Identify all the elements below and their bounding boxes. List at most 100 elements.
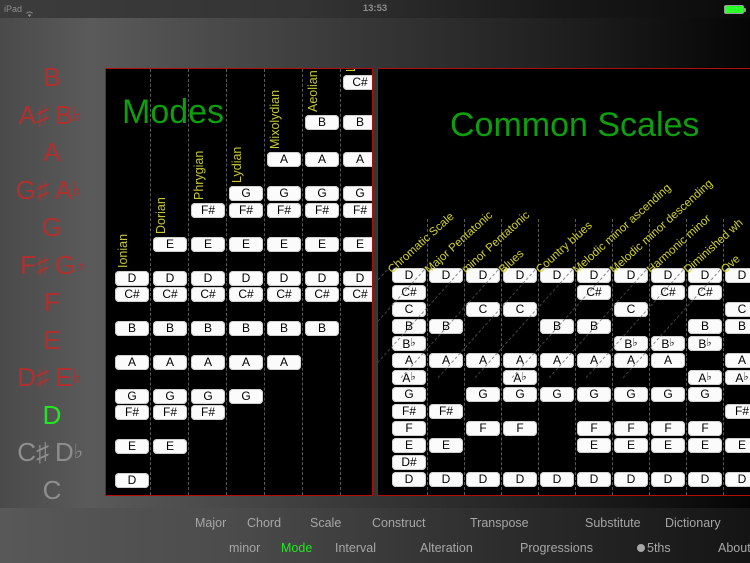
scale-note-cell[interactable]: D — [429, 472, 463, 487]
mode-note-cell[interactable]: E — [305, 237, 339, 252]
scale-note-cell[interactable]: F — [466, 421, 500, 436]
mode-note-cell[interactable]: F# — [115, 405, 149, 420]
mode-note-cell[interactable]: D — [153, 271, 187, 286]
note-flat[interactable]: A♭ — [49, 175, 101, 206]
mode-note-cell[interactable]: D — [115, 473, 149, 488]
note-rail-item[interactable]: G♯ A♭ — [0, 175, 104, 206]
note-rail-item[interactable]: C — [0, 475, 104, 506]
toolbar-item-scale[interactable]: Scale — [310, 511, 341, 536]
note-flat[interactable]: D♭ — [49, 437, 101, 468]
mode-note-cell[interactable]: D — [191, 271, 225, 286]
scale-note-cell[interactable]: D — [540, 472, 574, 487]
scale-note-cell[interactable]: A♭ — [392, 370, 426, 385]
scale-note-cell[interactable]: F — [577, 421, 611, 436]
note-rail-item[interactable]: B — [0, 62, 104, 93]
scale-note-cell[interactable]: E — [577, 438, 611, 453]
note-sharp[interactable]: C♯ — [3, 437, 49, 468]
scale-note-cell[interactable]: F — [688, 421, 722, 436]
note-natural[interactable]: G — [42, 212, 62, 242]
mode-note-cell[interactable]: A — [115, 355, 149, 370]
toolbar-item-5ths[interactable]: 5ths — [637, 536, 671, 561]
scale-note-cell[interactable]: A♭ — [503, 370, 537, 385]
note-flat[interactable]: E♭ — [49, 362, 101, 393]
toolbar-item-transpose[interactable]: Transpose — [470, 511, 529, 536]
scale-note-cell[interactable]: F — [392, 421, 426, 436]
scale-note-cell[interactable]: D — [466, 472, 500, 487]
mode-note-cell[interactable]: C# — [343, 75, 372, 90]
toolbar-item-major[interactable]: Major — [195, 511, 226, 536]
scale-note-cell[interactable]: A — [651, 353, 685, 368]
scale-note-cell[interactable]: D — [392, 472, 426, 487]
scale-note-cell[interactable]: B — [688, 319, 722, 334]
scale-note-cell[interactable]: F — [503, 421, 537, 436]
scale-note-cell[interactable]: D — [651, 472, 685, 487]
scale-note-cell[interactable]: F# — [392, 404, 426, 419]
mode-note-cell[interactable]: A — [267, 152, 301, 167]
scale-note-cell[interactable]: E — [429, 438, 463, 453]
scale-note-cell[interactable]: G — [540, 387, 574, 402]
scale-note-cell[interactable]: E — [725, 438, 750, 453]
scale-note-cell[interactable]: D# — [392, 455, 426, 470]
mode-note-cell[interactable]: A — [305, 152, 339, 167]
mode-note-cell[interactable]: B — [305, 321, 339, 336]
note-sharp[interactable]: A♯ — [3, 100, 49, 131]
note-natural[interactable]: E — [43, 325, 60, 355]
note-sharp[interactable]: D♯ — [3, 362, 49, 393]
scale-note-cell[interactable]: F# — [429, 404, 463, 419]
mode-note-cell[interactable]: B — [153, 321, 187, 336]
chromatic-note-rail[interactable]: B A♯ B♭ A G♯ A♭ G F♯ G♭ F E D♯ E♭ D C♯ D♭ C — [0, 18, 104, 508]
scale-note-cell[interactable]: B — [725, 319, 750, 334]
mode-note-cell[interactable]: E — [267, 237, 301, 252]
mode-note-cell[interactable]: B — [267, 321, 301, 336]
mode-note-cell[interactable]: B — [343, 115, 372, 130]
mode-note-cell[interactable]: C# — [153, 287, 187, 302]
note-sharp[interactable]: F♯ — [3, 250, 49, 281]
scale-note-cell[interactable]: A — [725, 353, 750, 368]
scale-note-cell[interactable]: G — [651, 387, 685, 402]
mode-note-cell[interactable]: C# — [267, 287, 301, 302]
scale-note-cell[interactable]: E — [614, 438, 648, 453]
mode-note-cell[interactable]: G — [267, 186, 301, 201]
toolbar-item-about[interactable]: About — [718, 536, 750, 561]
note-rail-item[interactable]: F♯ G♭ — [0, 250, 104, 281]
mode-note-cell[interactable]: A — [229, 355, 263, 370]
mode-note-cell[interactable]: F# — [267, 203, 301, 218]
mode-note-cell[interactable]: C# — [343, 287, 372, 302]
scale-note-cell[interactable]: F# — [725, 404, 750, 419]
scale-note-cell[interactable]: G — [688, 387, 722, 402]
scale-note-cell[interactable]: A♭ — [725, 370, 750, 385]
scale-note-cell[interactable]: D — [725, 472, 750, 487]
mode-note-cell[interactable]: C# — [305, 287, 339, 302]
scale-note-cell[interactable]: A♭ — [688, 370, 722, 385]
note-rail-item[interactable]: G — [0, 212, 104, 243]
toolbar-item-alteration[interactable]: Alteration — [420, 536, 473, 561]
mode-note-cell[interactable]: E — [153, 439, 187, 454]
scale-note-cell[interactable]: B♭ — [688, 336, 722, 351]
mode-note-cell[interactable]: E — [229, 237, 263, 252]
toolbar-item-progressions[interactable]: Progressions — [520, 536, 593, 561]
scale-note-cell[interactable]: E — [651, 438, 685, 453]
mode-note-cell[interactable]: C# — [229, 287, 263, 302]
mode-note-cell[interactable]: B — [115, 321, 149, 336]
mode-note-cell[interactable]: D — [267, 271, 301, 286]
note-natural[interactable]: A — [43, 137, 60, 167]
note-natural[interactable]: C — [43, 475, 62, 505]
mode-note-cell[interactable]: A — [267, 355, 301, 370]
mode-note-cell[interactable]: F# — [343, 203, 372, 218]
note-rail-item[interactable]: C♯ D♭ — [0, 437, 104, 468]
note-natural[interactable]: F — [44, 287, 60, 317]
note-flat[interactable]: G♭ — [49, 250, 101, 281]
mode-note-cell[interactable]: D — [343, 271, 372, 286]
mode-note-cell[interactable]: G — [191, 389, 225, 404]
mode-note-cell[interactable]: F# — [305, 203, 339, 218]
mode-note-cell[interactable]: A — [191, 355, 225, 370]
scale-note-cell[interactable]: G — [466, 387, 500, 402]
note-natural[interactable]: B — [43, 62, 60, 92]
scale-note-cell[interactable]: F — [651, 421, 685, 436]
scale-note-cell[interactable]: F — [614, 421, 648, 436]
mode-note-cell[interactable]: B — [191, 321, 225, 336]
mode-note-cell[interactable]: B — [229, 321, 263, 336]
note-flat[interactable]: B♭ — [49, 100, 101, 131]
mode-note-cell[interactable]: B — [305, 115, 339, 130]
note-sharp[interactable]: G♯ — [3, 175, 49, 206]
